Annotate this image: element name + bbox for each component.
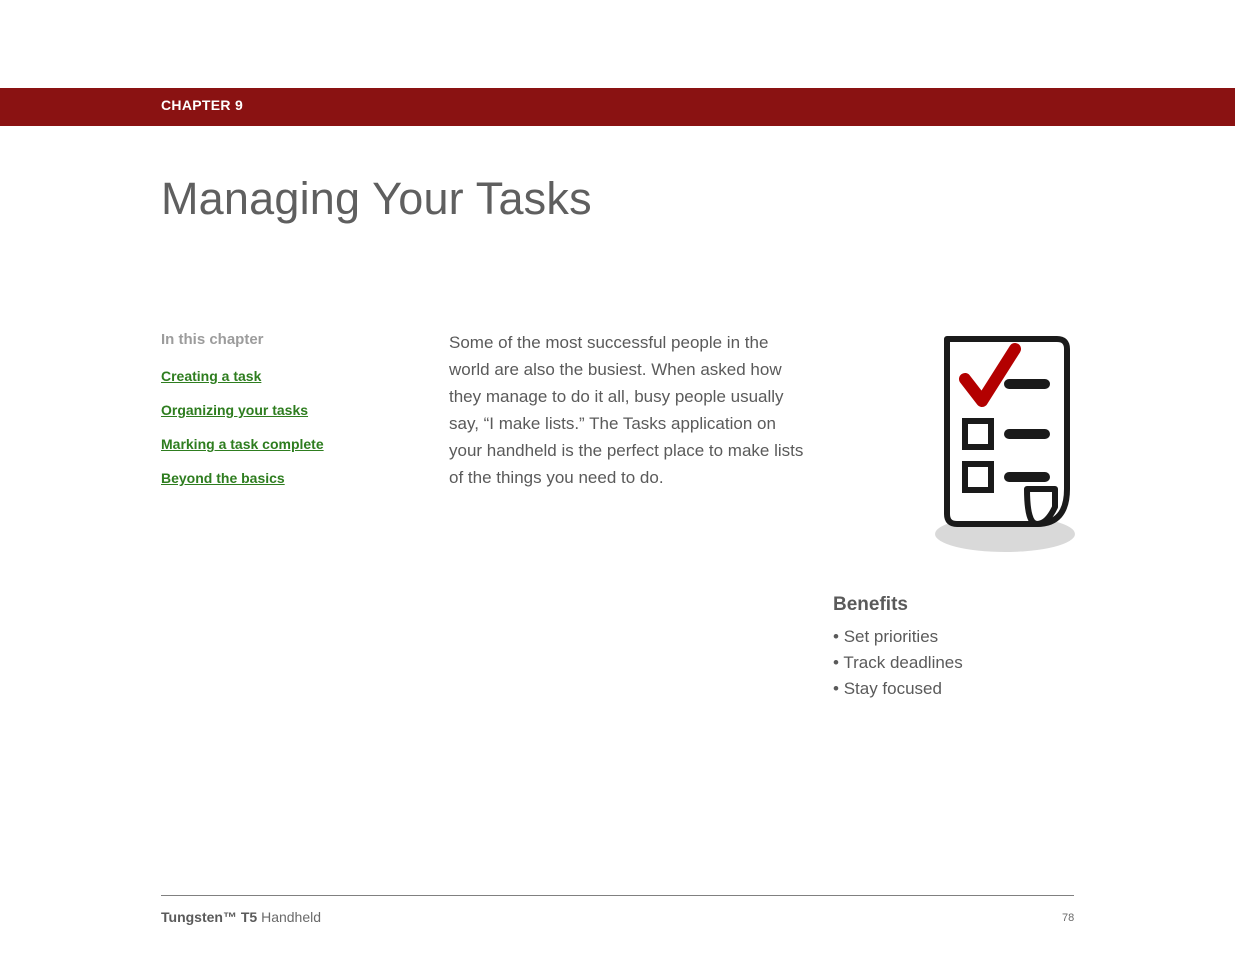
- benefit-item: • Set priorities: [833, 624, 1083, 650]
- checklist-icon: [927, 329, 1077, 559]
- benefit-item: • Stay focused: [833, 676, 1083, 702]
- footer-page-number: 78: [1062, 912, 1074, 924]
- intro-paragraph: Some of the most successful people in th…: [449, 329, 809, 491]
- footer-rule: [161, 895, 1074, 896]
- toc-link-marking-task-complete[interactable]: Marking a task complete: [161, 436, 411, 452]
- checklist-illustration: [927, 329, 1077, 559]
- sidebar-heading: In this chapter: [161, 331, 411, 348]
- footer-product-name: Tungsten™ T5 Handheld: [161, 909, 321, 925]
- in-this-chapter-sidebar: In this chapter Creating a task Organizi…: [161, 331, 411, 504]
- toc-link-organizing-your-tasks[interactable]: Organizing your tasks: [161, 402, 411, 418]
- footer-product-bold: Tungsten™ T5: [161, 909, 257, 925]
- benefits-section: Benefits • Set priorities • Track deadli…: [833, 594, 1083, 702]
- footer-product-rest: Handheld: [257, 909, 321, 925]
- page-title: Managing Your Tasks: [161, 173, 592, 225]
- toc-link-creating-a-task[interactable]: Creating a task: [161, 368, 411, 384]
- document-page: CHAPTER 9 Managing Your Tasks In this ch…: [0, 0, 1235, 954]
- benefits-heading: Benefits: [833, 594, 1083, 616]
- benefit-text: Track deadlines: [843, 653, 962, 672]
- toc-link-beyond-the-basics[interactable]: Beyond the basics: [161, 470, 411, 486]
- chapter-label: CHAPTER 9: [161, 97, 243, 113]
- benefit-item: • Track deadlines: [833, 650, 1083, 676]
- benefit-text: Stay focused: [844, 679, 942, 698]
- benefit-text: Set priorities: [844, 627, 938, 646]
